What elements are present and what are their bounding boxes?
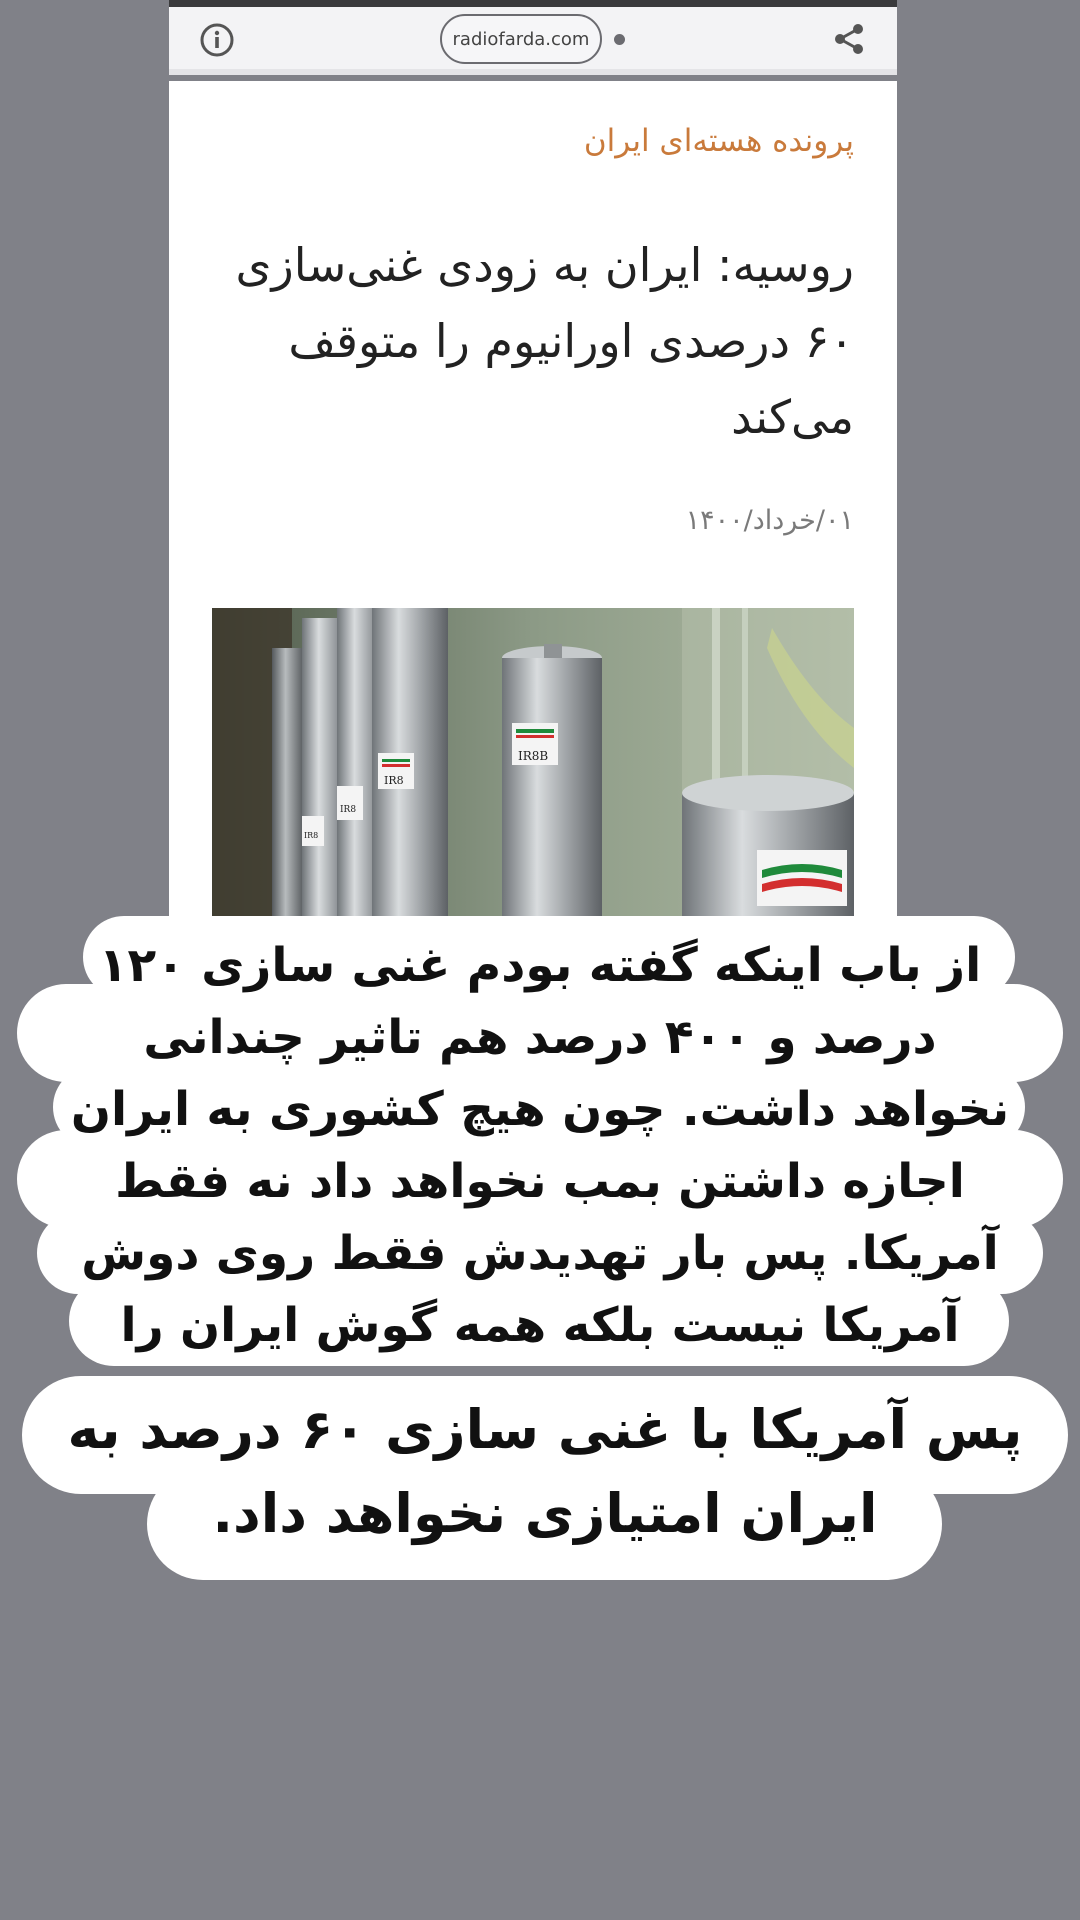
url-text: radiofarda.com: [452, 28, 590, 50]
article-card: پرونده هسته‌ای ایران روسیه: ایران به زود…: [169, 81, 897, 921]
article-photo-centrifuges: IR8B IR8 IR8 IR8: [212, 608, 854, 921]
info-icon[interactable]: [199, 22, 235, 58]
svg-text:IR8: IR8: [340, 805, 356, 815]
browser-toolbar: radiofarda.com: [169, 7, 897, 75]
share-icon[interactable]: [831, 21, 867, 57]
svg-text:IR8B: IR8B: [518, 749, 548, 763]
article-date: ۰۱/خرداد/۱۴۰۰: [685, 505, 854, 536]
centrifuge-label: IR8B: [512, 723, 558, 765]
article-headline: روسیه: ایران به زودی غنی‌سازی ۶۰ درصدی ا…: [235, 238, 854, 444]
status-bar-strip: [169, 0, 897, 7]
comment-text: از باب اینکه گفته بودم غنی سازی ۱۲۰ درصد…: [70, 938, 1010, 1425]
url-field[interactable]: radiofarda.com: [440, 14, 602, 64]
svg-text:IR8: IR8: [304, 831, 318, 840]
svg-text:IR8: IR8: [384, 774, 404, 787]
conclusion-bubble: پس آمریکا با غنی سازی ۶۰ درصد به ایران ا…: [22, 1376, 1068, 1580]
page-dot-indicator: [614, 34, 625, 45]
comment-bubble: از باب اینکه گفته بودم غنی سازی ۱۲۰ درصد…: [17, 916, 1063, 1425]
conclusion-text: پس آمریکا با غنی سازی ۶۰ درصد به ایران ا…: [67, 1398, 1023, 1545]
article-category-link[interactable]: پرونده هسته‌ای ایران: [584, 123, 854, 159]
